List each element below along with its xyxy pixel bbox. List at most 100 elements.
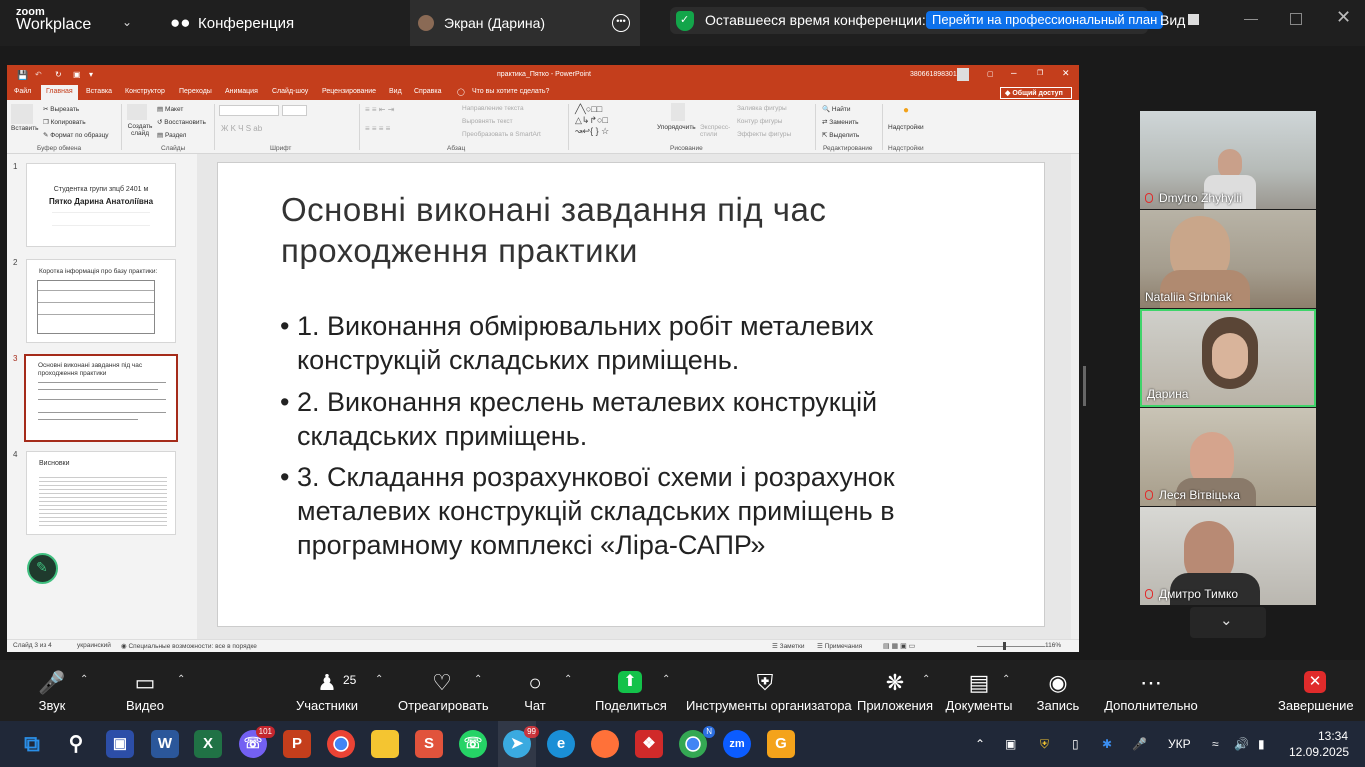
audio-button[interactable]: 🎤 Звук	[22, 660, 82, 721]
zoom-level[interactable]: 116%	[1045, 642, 1061, 649]
video-tile-5[interactable]: Дмитро Тимко	[1140, 507, 1316, 605]
minimize-icon[interactable]: –	[1011, 68, 1017, 79]
annotate-pen-button[interactable]: ✎	[27, 553, 58, 584]
paste-button[interactable]: Вставить	[11, 125, 39, 132]
slide-thumbnail-2[interactable]: Коротка інформація про базу практики:	[26, 259, 176, 343]
slide-thumbnail-1[interactable]: Студентка групи зпцб 2401 м Пятко Дарина…	[26, 163, 176, 247]
scroll-down-button[interactable]: ⌄	[1190, 607, 1266, 638]
close-icon[interactable]: ✕	[1336, 7, 1351, 28]
cut-button[interactable]: ✂ Вырезать	[43, 105, 79, 113]
reset-button[interactable]: ↺ Восстановить	[157, 118, 206, 126]
docs-options-caret[interactable]: ⌃	[1002, 674, 1010, 685]
align-buttons[interactable]: ≡ ≡ ≡ ≡	[365, 124, 390, 133]
search-icon[interactable]: ⚲	[62, 730, 90, 758]
panel-resize-handle[interactable]	[1083, 366, 1086, 406]
chat-options-caret[interactable]: ⌃	[564, 674, 572, 685]
quick-styles-button[interactable]: Экспресс-стили	[700, 124, 730, 138]
wifi-icon[interactable]: ≈	[1212, 737, 1219, 751]
battery-icon[interactable]: ▮	[1258, 737, 1265, 751]
tab-slideshow[interactable]: Слайд-шоу	[272, 88, 308, 95]
current-slide[interactable]: Основні виконані завдання під час проход…	[217, 162, 1045, 627]
more-button[interactable]: ⋯ Дополнительно	[1100, 660, 1202, 721]
edge-icon[interactable]: e	[547, 730, 575, 758]
share-screen-button[interactable]: ⬆ Поделиться	[595, 660, 667, 721]
shape-fill-button[interactable]: Заливка фигуры	[737, 105, 787, 112]
qat-more-icon[interactable]: ▾	[89, 70, 93, 79]
more-options-icon[interactable]: •••	[612, 14, 630, 32]
align-text-button[interactable]: Выровнять текст	[462, 118, 513, 125]
zoom-icon[interactable]: zm	[723, 730, 751, 758]
react-options-caret[interactable]: ⌃	[474, 674, 482, 685]
avatar[interactable]	[957, 68, 969, 81]
usb-icon[interactable]: ▯	[1072, 737, 1079, 751]
chrome-icon[interactable]: N	[679, 726, 715, 758]
tell-me-search[interactable]: Что вы хотите сделать?	[472, 88, 549, 95]
account-name[interactable]: 380661898301	[910, 71, 957, 78]
view-buttons[interactable]: ▤ ▦ ▣ ▭	[883, 642, 915, 650]
slideshow-icon[interactable]: ▣	[73, 70, 81, 79]
apps-button[interactable]: ❋ Приложения	[856, 660, 934, 721]
slide-bullet-3[interactable]: • 3. Складання розрахункової схеми і розр…	[280, 460, 960, 562]
upgrade-button[interactable]: Перейти на профессиональный план	[926, 11, 1164, 29]
tab-animations[interactable]: Анимация	[225, 88, 258, 95]
monitor-icon[interactable]: ▣	[1005, 737, 1016, 751]
tab-transitions[interactable]: Переходы	[179, 88, 212, 95]
ribbon-display-icon[interactable]: ▢	[987, 70, 994, 78]
shield-icon[interactable]: ⛨	[1040, 737, 1049, 752]
chrome-icon[interactable]	[327, 730, 355, 758]
video-tile-4[interactable]: Леся Вітвіцька	[1140, 408, 1316, 506]
windows-start-icon[interactable]: ⧉	[18, 730, 46, 758]
maximize-icon[interactable]	[1290, 13, 1302, 25]
tab-help[interactable]: Справка	[414, 88, 441, 95]
file-explorer-icon[interactable]	[371, 730, 399, 758]
zoom-slider[interactable]	[977, 646, 1045, 647]
addins-icon[interactable]: ●	[903, 105, 909, 116]
vertical-scrollbar[interactable]	[1071, 154, 1079, 639]
close-icon[interactable]: ✕	[1062, 68, 1070, 79]
app-icon[interactable]: ❖	[635, 730, 663, 758]
tab-file[interactable]: Файл	[14, 88, 31, 95]
participants-options-caret[interactable]: ⌃	[375, 674, 383, 685]
bluetooth-icon[interactable]: ✱	[1102, 737, 1112, 751]
word-icon[interactable]: W	[151, 730, 179, 758]
app-icon[interactable]: S	[415, 730, 443, 758]
app-icon[interactable]: ▣	[106, 730, 134, 758]
tab-view[interactable]: Вид	[389, 88, 402, 95]
minimize-icon[interactable]: —	[1244, 10, 1258, 26]
select-button[interactable]: ⇱ Выделить	[822, 131, 859, 139]
language-indicator[interactable]: УКР	[1168, 737, 1191, 751]
share-options-caret[interactable]: ⌃	[662, 674, 670, 685]
microphone-icon[interactable]: 🎤	[1132, 737, 1147, 751]
slide-title[interactable]: Основні виконані завдання під час проход…	[281, 189, 921, 271]
end-meeting-button[interactable]: ✕ Завершение	[1278, 660, 1354, 721]
whatsapp-icon[interactable]: ☏	[459, 730, 487, 758]
replace-button[interactable]: ⇄ Заменить	[822, 118, 858, 126]
audio-options-caret[interactable]: ⌃	[80, 674, 88, 685]
paste-icon[interactable]	[11, 104, 33, 124]
shape-outline-button[interactable]: Контур фигуры	[737, 118, 782, 125]
shapes-gallery[interactable]: ╱╲○□□ △↳↱○□ ↝↩{ } ☆	[575, 104, 643, 138]
video-button[interactable]: ▭ Видео	[115, 660, 175, 721]
slide-bullet-2[interactable]: • 2. Виконання креслень металевих констру…	[280, 385, 960, 453]
docs-button[interactable]: ▤ Документы	[944, 660, 1014, 721]
slide-thumbnail-4[interactable]: Висновки	[26, 451, 176, 535]
host-tools-button[interactable]: ⛨ Инструменты организатора	[686, 660, 852, 721]
shape-effects-button[interactable]: Эффекты фигуры	[737, 131, 791, 138]
addins-button[interactable]: Надстройки	[888, 124, 924, 131]
speaker-icon[interactable]: 🔊	[1234, 737, 1249, 751]
new-slide-icon[interactable]	[127, 104, 147, 120]
slide-bullet-1[interactable]: • 1. Виконання обмірювальних робіт метале…	[280, 309, 960, 377]
accessibility-status[interactable]: ◉ Специальные возможности: все в порядке	[121, 642, 257, 650]
screen-share-tab[interactable]: Экран (Дарина) •••	[410, 0, 640, 46]
tab-design[interactable]: Конструктор	[125, 88, 165, 95]
list-buttons[interactable]: ≡ ≡ ⇤ ⇥	[365, 105, 394, 114]
react-button[interactable]: ♡ Отреагировать	[398, 660, 489, 721]
arrange-button[interactable]: Упорядочить	[657, 124, 696, 131]
video-tile-3-active[interactable]: Дарина	[1140, 309, 1316, 407]
tab-insert[interactable]: Вставка	[86, 88, 112, 95]
arrange-icon[interactable]	[671, 103, 685, 121]
firefox-icon[interactable]	[591, 730, 619, 758]
apps-options-caret[interactable]: ⌃	[922, 674, 930, 685]
text-direction-button[interactable]: Направление текста	[462, 105, 524, 112]
new-slide-button[interactable]: Создать слайд	[125, 123, 155, 137]
